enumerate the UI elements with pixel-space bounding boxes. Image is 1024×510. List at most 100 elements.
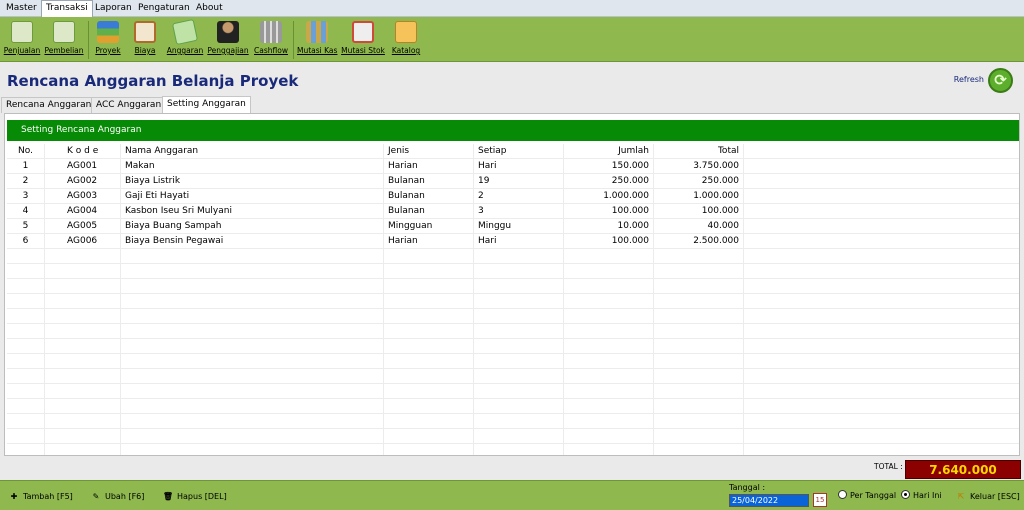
empty-cell: [45, 414, 121, 429]
toolbar-penjualan-button[interactable]: Penjualan: [3, 21, 41, 61]
toolbar-mutasi-stok-button[interactable]: Mutasi Stok: [340, 21, 386, 61]
empty-cell: [654, 324, 744, 339]
table-cell: 2: [474, 189, 564, 204]
menu-transaksi[interactable]: Transaksi: [41, 0, 93, 17]
radio-circle-icon: [838, 490, 847, 499]
empty-cell: [7, 294, 45, 309]
empty-cell: [45, 249, 121, 264]
menu-pengaturan[interactable]: Pengaturan: [134, 2, 194, 16]
empty-table-row: [7, 444, 1019, 455]
table-cell: Bulanan: [384, 174, 474, 189]
table-row[interactable]: 5 AG005 Biaya Buang Sampah Mingguan Minggu 10…: [7, 219, 1019, 234]
empty-cell: [744, 399, 1019, 414]
empty-cell: [45, 354, 121, 369]
table-cell: Biaya Buang Sampah: [121, 219, 384, 234]
empty-cell: [7, 249, 45, 264]
tab-acc-anggaran[interactable]: ACC Anggaran: [91, 97, 167, 113]
budget-table[interactable]: No. K o d e Nama Anggaran Jenis Setiap J…: [7, 144, 1019, 455]
toolbar-penggajian-button[interactable]: Penggajian: [207, 21, 249, 61]
empty-table-row: [7, 279, 1019, 294]
payroll-person-icon: [217, 21, 239, 43]
table-row[interactable]: 1 AG001 Makan Harian Hari 150.000 3.750.000: [7, 159, 1019, 174]
column-header[interactable]: Jumlah: [564, 144, 654, 159]
column-header[interactable]: K o d e: [45, 144, 121, 159]
empty-cell: [744, 204, 1019, 219]
tab-rencana-anggaran[interactable]: Rencana Anggaran: [1, 97, 97, 113]
table-cell: Biaya Bensin Pegawai: [121, 234, 384, 249]
exit-button-label: Keluar [ESC]: [970, 492, 1020, 501]
empty-cell: [744, 219, 1019, 234]
empty-cell: [744, 234, 1019, 249]
empty-cell: [564, 294, 654, 309]
empty-cell: [121, 369, 384, 384]
empty-cell: [7, 429, 45, 444]
delete-button[interactable]: 🗑 Hapus [DEL]: [162, 490, 227, 504]
exit-button[interactable]: ⇱ Keluar [ESC]: [955, 490, 1020, 504]
toolbar-mutasi-stok-label: Mutasi Stok: [341, 46, 385, 55]
empty-cell: [7, 399, 45, 414]
table-cell: 3: [7, 189, 45, 204]
toolbar-pembelian-button[interactable]: Pembelian: [44, 21, 84, 61]
table-row[interactable]: 3 AG003 Gaji Eti Hayati Bulanan 2 1.000.000 1.…: [7, 189, 1019, 204]
toolbar-biaya-button[interactable]: Biaya: [133, 21, 157, 61]
add-button[interactable]: ✚ Tambah [F5]: [8, 490, 73, 504]
empty-table-row: [7, 339, 1019, 354]
empty-cell: [121, 444, 384, 455]
empty-cell: [121, 309, 384, 324]
table-row[interactable]: 6 AG006 Biaya Bensin Pegawai Harian Hari 100.…: [7, 234, 1019, 249]
column-header[interactable]: Setiap: [474, 144, 564, 159]
edit-button[interactable]: ✎ Ubah [F6]: [90, 490, 145, 504]
tab-setting-anggaran[interactable]: Setting Anggaran: [162, 96, 251, 114]
empty-cell: [121, 324, 384, 339]
toolbar-cashflow-button[interactable]: Cashflow: [253, 21, 289, 61]
menu-about[interactable]: About: [192, 2, 227, 16]
empty-table-row: [7, 399, 1019, 414]
empty-cell: [564, 309, 654, 324]
toolbar-mutasi-kas-button[interactable]: Mutasi Kas: [297, 21, 337, 61]
empty-cell: [384, 354, 474, 369]
toolbar-proyek-button[interactable]: Proyek: [94, 21, 122, 61]
toolbar-katalog-button[interactable]: Katalog: [390, 21, 422, 61]
toolbar-biaya-label: Biaya: [134, 46, 156, 55]
table-cell: Minggu: [474, 219, 564, 234]
table-row[interactable]: 2 AG002 Biaya Listrik Bulanan 19 250.000 250.0…: [7, 174, 1019, 189]
toolbar-anggaran-button[interactable]: Anggaran: [166, 18, 204, 61]
refresh-icon[interactable]: ⟳: [988, 68, 1013, 93]
empty-cell: [564, 429, 654, 444]
empty-cell: [474, 399, 564, 414]
column-header[interactable]: Jenis: [384, 144, 474, 159]
empty-cell: [654, 444, 744, 455]
column-header[interactable]: Total: [654, 144, 744, 159]
refresh-label[interactable]: Refresh: [954, 75, 984, 84]
exit-door-icon: ⇱: [957, 492, 965, 501]
radio-hari-ini[interactable]: Hari Ini: [901, 490, 942, 502]
empty-table-row: [7, 264, 1019, 279]
table-cell: Harian: [384, 159, 474, 174]
menu-master[interactable]: Master: [2, 2, 41, 16]
table-cell: 3.750.000: [654, 159, 744, 174]
radio-per-tanggal[interactable]: Per Tanggal: [838, 490, 896, 502]
empty-cell: [564, 369, 654, 384]
empty-cell: [654, 369, 744, 384]
empty-table-row: [7, 369, 1019, 384]
menu-laporan[interactable]: Laporan: [91, 2, 136, 16]
column-header[interactable]: No.: [7, 144, 45, 159]
empty-cell: [45, 369, 121, 384]
toolbar-separator: [293, 21, 294, 59]
table-cell: 2.500.000: [654, 234, 744, 249]
column-header[interactable]: Nama Anggaran: [121, 144, 384, 159]
empty-cell: [744, 444, 1019, 455]
date-field[interactable]: 25/04/2022: [729, 494, 809, 507]
table-row[interactable]: 4 AG004 Kasbon Iseu Sri Mulyani Bulanan 3 100…: [7, 204, 1019, 219]
empty-cell: [744, 249, 1019, 264]
empty-cell: [45, 399, 121, 414]
empty-cell: [474, 264, 564, 279]
empty-cell: [474, 369, 564, 384]
toolbar-katalog-label: Katalog: [391, 46, 421, 55]
empty-cell: [654, 399, 744, 414]
empty-cell: [564, 444, 654, 455]
calendar-icon[interactable]: 15: [813, 493, 827, 507]
table-cell: AG003: [45, 189, 121, 204]
radio-selected-icon: [901, 490, 910, 499]
table-cell: Kasbon Iseu Sri Mulyani: [121, 204, 384, 219]
